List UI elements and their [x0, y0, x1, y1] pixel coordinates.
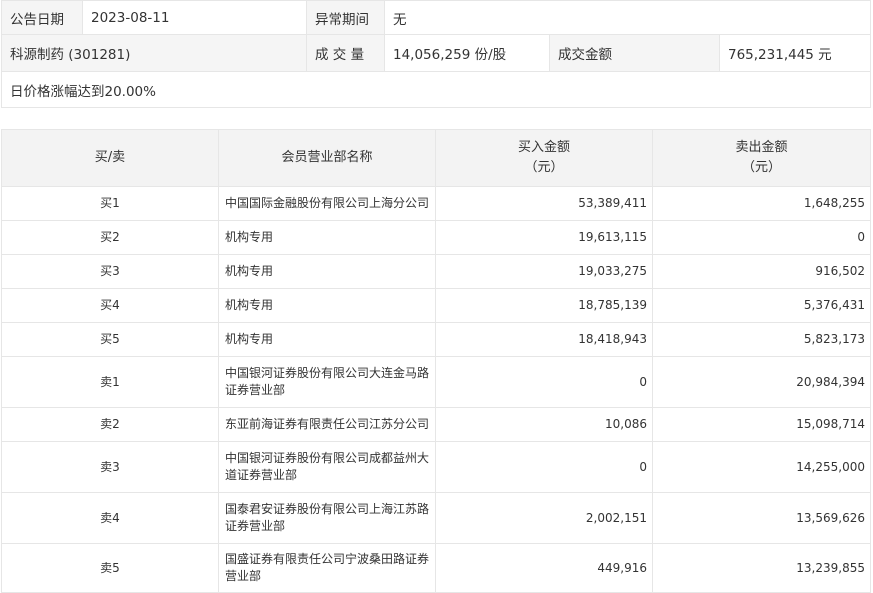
row-side: 买5 — [1, 322, 219, 357]
row-sell-amount: 13,569,626 — [652, 492, 871, 544]
header-buy-amount-line1: 买入金额 — [517, 140, 570, 155]
broker-ranking-table: 买/卖 会员营业部名称 买入金额 （元） 卖出金额 （元） 买1 中国国际金融股… — [1, 129, 871, 593]
row-branch-name: 国盛证券有限责任公司宁波桑田路证券营业部 — [218, 543, 436, 593]
info-row-date: 公告日期 2023-08-11 异常期间 无 — [1, 0, 871, 35]
row-side: 买2 — [1, 220, 219, 255]
row-buy-amount: 53,389,411 — [435, 186, 653, 221]
table-row: 卖5 国盛证券有限责任公司宁波桑田路证券营业部 449,916 13,239,8… — [1, 543, 871, 593]
row-buy-amount: 0 — [435, 441, 653, 493]
row-sell-amount: 14,255,000 — [652, 441, 871, 493]
row-buy-amount: 19,613,115 — [435, 220, 653, 255]
info-row-reason: 日价格涨幅达到20.00% — [1, 71, 871, 108]
table-header-row: 买/卖 会员营业部名称 买入金额 （元） 卖出金额 （元） — [1, 129, 871, 187]
row-side: 卖2 — [1, 407, 219, 442]
announce-date-label: 公告日期 — [1, 0, 83, 35]
row-buy-amount: 18,785,139 — [435, 288, 653, 323]
row-branch-name: 机构专用 — [218, 322, 436, 357]
table-row: 买4 机构专用 18,785,139 5,376,431 — [1, 288, 871, 323]
table-row: 买5 机构专用 18,418,943 5,823,173 — [1, 322, 871, 357]
header-sell-amount: 卖出金额 （元） — [652, 129, 871, 187]
row-buy-amount: 19,033,275 — [435, 254, 653, 289]
row-sell-amount: 15,098,714 — [652, 407, 871, 442]
header-sell-amount-line1: 卖出金额 — [735, 140, 788, 155]
row-sell-amount: 5,823,173 — [652, 322, 871, 357]
row-branch-name: 国泰君安证券股份有限公司上海江苏路证券营业部 — [218, 492, 436, 544]
row-branch-name: 机构专用 — [218, 288, 436, 323]
stock-name: 科源制药 (301281) — [1, 34, 307, 72]
row-buy-amount: 2,002,151 — [435, 492, 653, 544]
row-branch-name: 机构专用 — [218, 220, 436, 255]
info-row-trade: 科源制药 (301281) 成 交 量 14,056,259 份/股 成交金额 … — [1, 34, 871, 72]
row-sell-amount: 0 — [652, 220, 871, 255]
table-row: 卖3 中国银河证券股份有限公司成都益州大道证券营业部 0 14,255,000 — [1, 441, 871, 493]
row-sell-amount: 20,984,394 — [652, 356, 871, 408]
table-row: 买2 机构专用 19,613,115 0 — [1, 220, 871, 255]
row-sell-amount: 5,376,431 — [652, 288, 871, 323]
row-buy-amount: 10,086 — [435, 407, 653, 442]
row-side: 买4 — [1, 288, 219, 323]
row-side: 卖3 — [1, 441, 219, 493]
announce-date-value: 2023-08-11 — [82, 0, 307, 35]
row-sell-amount: 13,239,855 — [652, 543, 871, 593]
row-side: 买1 — [1, 186, 219, 221]
row-side: 卖1 — [1, 356, 219, 408]
row-branch-name: 中国银河证券股份有限公司大连金马路证券营业部 — [218, 356, 436, 408]
amount-value: 765,231,445 元 — [719, 34, 871, 72]
table-row: 买3 机构专用 19,033,275 916,502 — [1, 254, 871, 289]
table-row: 买1 中国国际金融股份有限公司上海分公司 53,389,411 1,648,25… — [1, 186, 871, 221]
volume-value: 14,056,259 份/股 — [384, 34, 550, 72]
row-side: 买3 — [1, 254, 219, 289]
row-buy-amount: 0 — [435, 356, 653, 408]
table-row: 卖1 中国银河证券股份有限公司大连金马路证券营业部 0 20,984,394 — [1, 356, 871, 408]
stock-info-table: 公告日期 2023-08-11 异常期间 无 科源制药 (301281) 成 交… — [1, 0, 871, 108]
abnormal-period-value: 无 — [384, 0, 871, 35]
row-branch-name: 中国银河证券股份有限公司成都益州大道证券营业部 — [218, 441, 436, 493]
table-row: 卖2 东亚前海证券有限责任公司江苏分公司 10,086 15,098,714 — [1, 407, 871, 442]
header-sell-amount-unit: （元） — [741, 160, 781, 175]
table-row: 卖4 国泰君安证券股份有限公司上海江苏路证券营业部 2,002,151 13,5… — [1, 492, 871, 544]
row-side: 卖5 — [1, 543, 219, 593]
volume-label: 成 交 量 — [306, 34, 385, 72]
header-branch-name: 会员营业部名称 — [218, 129, 436, 187]
row-buy-amount: 18,418,943 — [435, 322, 653, 357]
row-branch-name: 中国国际金融股份有限公司上海分公司 — [218, 186, 436, 221]
header-buy-amount: 买入金额 （元） — [435, 129, 653, 187]
abnormal-period-label: 异常期间 — [306, 0, 385, 35]
row-side: 卖4 — [1, 492, 219, 544]
row-branch-name: 机构专用 — [218, 254, 436, 289]
listing-reason: 日价格涨幅达到20.00% — [1, 71, 871, 108]
row-sell-amount: 916,502 — [652, 254, 871, 289]
row-branch-name: 东亚前海证券有限责任公司江苏分公司 — [218, 407, 436, 442]
header-buy-amount-unit: （元） — [524, 160, 564, 175]
amount-label: 成交金额 — [549, 34, 720, 72]
header-side: 买/卖 — [1, 129, 219, 187]
row-sell-amount: 1,648,255 — [652, 186, 871, 221]
row-buy-amount: 449,916 — [435, 543, 653, 593]
